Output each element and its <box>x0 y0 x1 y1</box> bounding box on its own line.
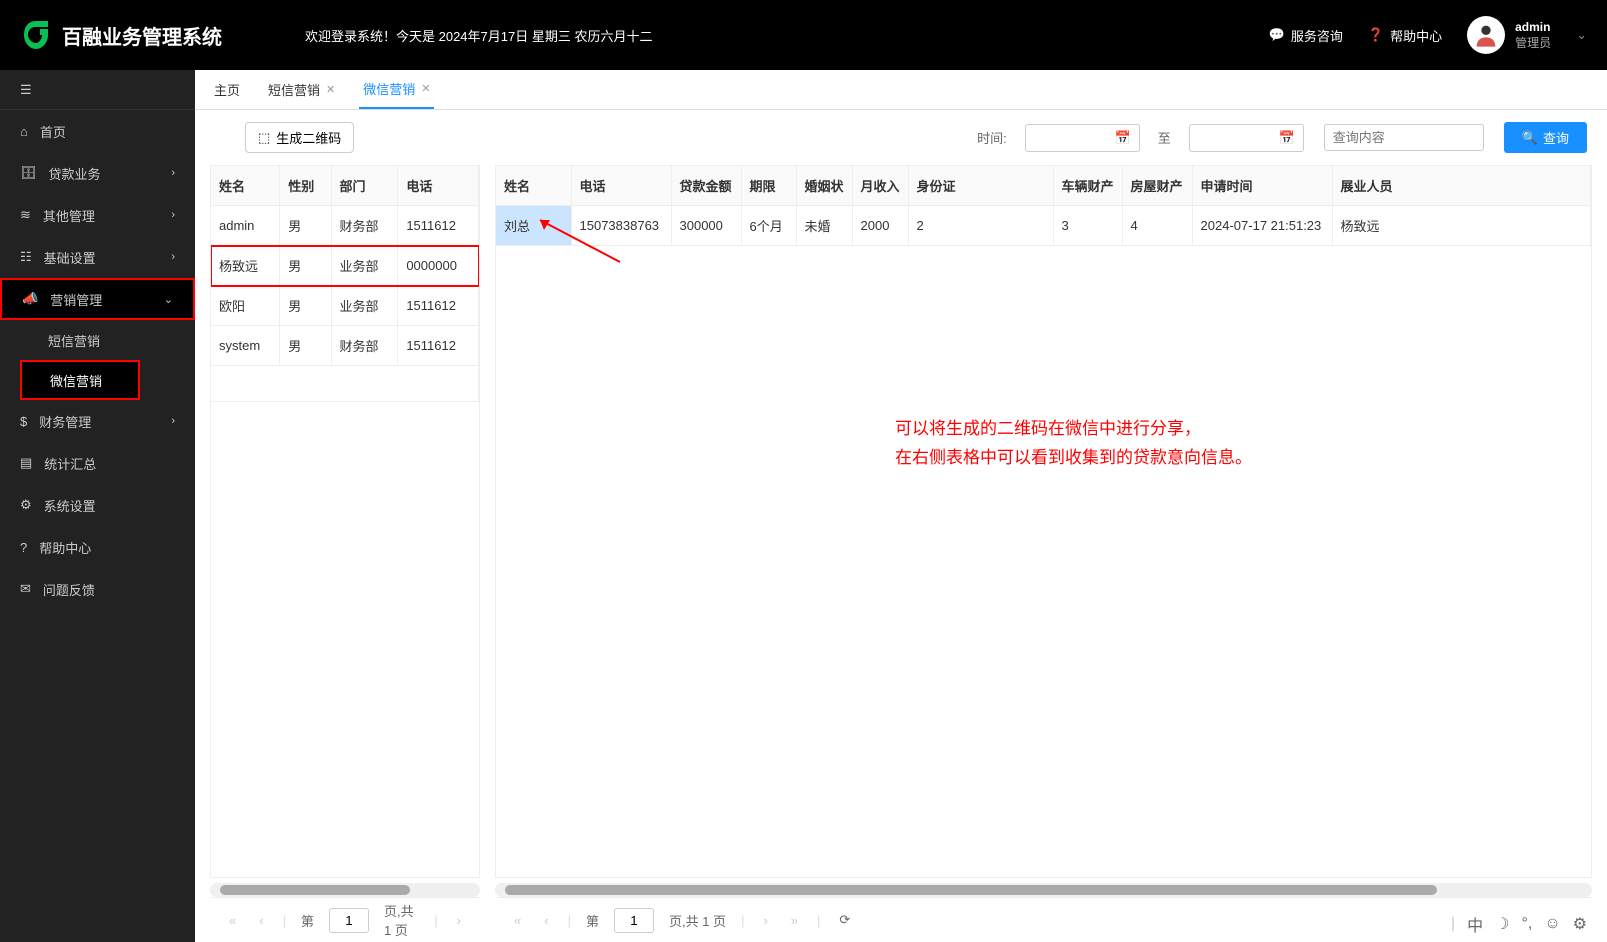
sidebar-item-marketing[interactable]: 📣 营销管理 ⌄ <box>0 278 195 320</box>
sidebar-item-syssettings[interactable]: ⚙ 系统设置 <box>0 484 195 526</box>
page-number-input[interactable] <box>329 908 369 933</box>
sidebar-item-settings-base[interactable]: ☷ 基础设置 › <box>0 236 195 278</box>
sidebar-item-stats[interactable]: ▤ 统计汇总 <box>0 442 195 484</box>
sliders-icon: ☷ <box>20 249 32 265</box>
user-name: admin <box>1515 20 1551 34</box>
table-row[interactable]: 欧阳 男 业务部 1511612 <box>211 286 479 326</box>
punctuation-icon[interactable]: °, <box>1521 915 1532 933</box>
moon-icon[interactable]: ☽ <box>1495 914 1509 934</box>
hscroll-left[interactable] <box>210 883 480 897</box>
staff-table-wrap[interactable]: 姓名 性别 部门 电话 admin 男 财务部 1511612 <box>210 165 480 878</box>
logo-area: 百融业务管理系统 <box>20 19 265 51</box>
search-button[interactable]: 🔍 查询 <box>1504 122 1587 153</box>
layers-icon: ≋ <box>20 207 31 223</box>
chat-icon: 💬 <box>1269 27 1285 43</box>
settings-icon[interactable]: ⚙ <box>1573 914 1587 934</box>
toolbar: ⬚ 生成二维码 时间: 📅 至 📅 🔍 查询 <box>195 110 1607 165</box>
page-number-input[interactable] <box>614 908 654 933</box>
generate-qr-button[interactable]: ⬚ 生成二维码 <box>245 122 354 153</box>
header-bar: 百融业务管理系统 欢迎登录系统！今天是 2024年7月17日 星期三 农历六月十… <box>0 0 1607 70</box>
date-separator: 至 <box>1150 128 1179 147</box>
mail-icon: ✉ <box>20 581 31 597</box>
calendar-icon: 📅 <box>1279 130 1295 146</box>
date-from-input[interactable]: 📅 <box>1025 124 1140 152</box>
briefcase-icon: 🗄 <box>20 165 37 181</box>
staff-table: 姓名 性别 部门 电话 admin 男 财务部 1511612 <box>211 166 479 402</box>
table-row-empty <box>211 366 479 402</box>
table-row[interactable]: 刘总 15073838763 300000 6个月 未婚 2000 2 3 4 … <box>496 206 1591 246</box>
next-page-button[interactable]: › <box>453 909 465 932</box>
sidebar: ☰ ⌂ 首页 🗄 贷款业务 › ≋ 其他管理 › ☷ 基础设置 › 📣 营销管理… <box>0 70 195 942</box>
chevron-right-icon: › <box>171 167 175 179</box>
table-row[interactable]: system 男 财务部 1511612 <box>211 326 479 366</box>
tab-home[interactable]: 主页 <box>210 70 244 109</box>
close-icon[interactable]: ✕ <box>326 83 335 96</box>
menu-icon: ☰ <box>20 82 32 98</box>
sidebar-sub-sms[interactable]: 短信营销 <box>0 320 195 360</box>
refresh-button[interactable]: ⟳ <box>835 908 854 932</box>
loan-table: 姓名 电话 贷款金额 期限 婚姻状 月收入 身份证 车辆财产 房屋财产 申请时间 <box>496 166 1591 246</box>
status-bar: | 中 ☽ °, ☺ ⚙ <box>1451 912 1587 936</box>
question-icon: ❓ <box>1368 27 1384 43</box>
sidebar-item-other[interactable]: ≋ 其他管理 › <box>0 194 195 236</box>
sidebar-item-finance[interactable]: $ 财务管理 › <box>0 400 195 442</box>
sidebar-item-home[interactable]: ⌂ 首页 <box>0 110 195 152</box>
loan-table-wrap[interactable]: 姓名 电话 贷款金额 期限 婚姻状 月收入 身份证 车辆财产 房屋财产 申请时间 <box>495 165 1592 878</box>
sidebar-item-help[interactable]: ? 帮助中心 <box>0 526 195 568</box>
question-icon: ? <box>20 540 27 555</box>
qr-icon: ⬚ <box>258 130 270 146</box>
prev-page-button[interactable]: ‹ <box>540 909 552 932</box>
chevron-down-icon: ⌄ <box>1576 27 1587 43</box>
search-icon: 🔍 <box>1522 130 1538 146</box>
sidebar-item-feedback[interactable]: ✉ 问题反馈 <box>0 568 195 610</box>
chevron-right-icon: › <box>171 415 175 427</box>
dollar-icon: $ <box>20 414 27 429</box>
service-link[interactable]: 💬 服务咨询 <box>1269 26 1343 45</box>
sidebar-sub-wechat[interactable]: 微信营销 <box>20 360 140 400</box>
ime-indicator[interactable]: 中 <box>1467 912 1483 936</box>
user-role: 管理员 <box>1515 34 1551 51</box>
chevron-right-icon: › <box>171 251 175 263</box>
smiley-icon[interactable]: ☺ <box>1544 915 1560 933</box>
chart-icon: ▤ <box>20 455 32 471</box>
tab-sms[interactable]: 短信营销 ✕ <box>264 70 339 109</box>
sidebar-toggle[interactable]: ☰ <box>0 70 195 110</box>
tab-wechat[interactable]: 微信营销 ✕ <box>359 70 434 109</box>
pagination-right: « ‹ | 第 页,共 1 页 | › » | ⟳ <box>495 897 1592 942</box>
gear-icon: ⚙ <box>20 497 32 513</box>
tabs-bar: 主页 短信营销 ✕ 微信营销 ✕ <box>195 70 1607 110</box>
home-icon: ⌂ <box>20 124 28 139</box>
calendar-icon: 📅 <box>1115 130 1131 146</box>
user-menu[interactable]: admin 管理员 ⌄ <box>1467 16 1587 54</box>
last-page-button[interactable]: » <box>787 909 802 932</box>
right-panel: 姓名 电话 贷款金额 期限 婚姻状 月收入 身份证 车辆财产 房屋财产 申请时间 <box>495 165 1592 942</box>
app-name: 百融业务管理系统 <box>62 21 222 50</box>
chevron-right-icon: › <box>171 209 175 221</box>
date-to-input[interactable]: 📅 <box>1189 124 1304 152</box>
table-header-row: 姓名 电话 贷款金额 期限 婚姻状 月收入 身份证 车辆财产 房屋财产 申请时间 <box>496 166 1591 206</box>
sidebar-item-loan[interactable]: 🗄 贷款业务 › <box>0 152 195 194</box>
chevron-down-icon: ⌄ <box>164 293 173 306</box>
left-panel: 姓名 性别 部门 电话 admin 男 财务部 1511612 <box>210 165 480 942</box>
search-input[interactable] <box>1324 124 1484 151</box>
hscroll-right[interactable] <box>495 883 1592 897</box>
close-icon[interactable]: ✕ <box>421 82 430 95</box>
welcome-text: 欢迎登录系统！今天是 2024年7月17日 星期三 农历六月十二 <box>305 26 652 45</box>
table-header-row: 姓名 性别 部门 电话 <box>211 166 479 206</box>
time-label: 时间: <box>977 128 1007 147</box>
megaphone-icon: 📣 <box>22 291 38 307</box>
table-row[interactable]: 杨致远 男 业务部 0000000 <box>211 246 479 286</box>
avatar <box>1467 16 1505 54</box>
next-page-button[interactable]: › <box>759 909 771 932</box>
table-row[interactable]: admin 男 财务部 1511612 <box>211 206 479 246</box>
pagination-left: « ‹ | 第 页,共 1 页 | › <box>210 897 480 942</box>
content-area: 主页 短信营销 ✕ 微信营销 ✕ ⬚ 生成二维码 时间: 📅 至 <box>195 70 1607 942</box>
first-page-button[interactable]: « <box>225 909 240 932</box>
help-link[interactable]: ❓ 帮助中心 <box>1368 26 1442 45</box>
first-page-button[interactable]: « <box>510 909 525 932</box>
prev-page-button[interactable]: ‹ <box>255 909 267 932</box>
app-logo-icon <box>20 19 52 51</box>
